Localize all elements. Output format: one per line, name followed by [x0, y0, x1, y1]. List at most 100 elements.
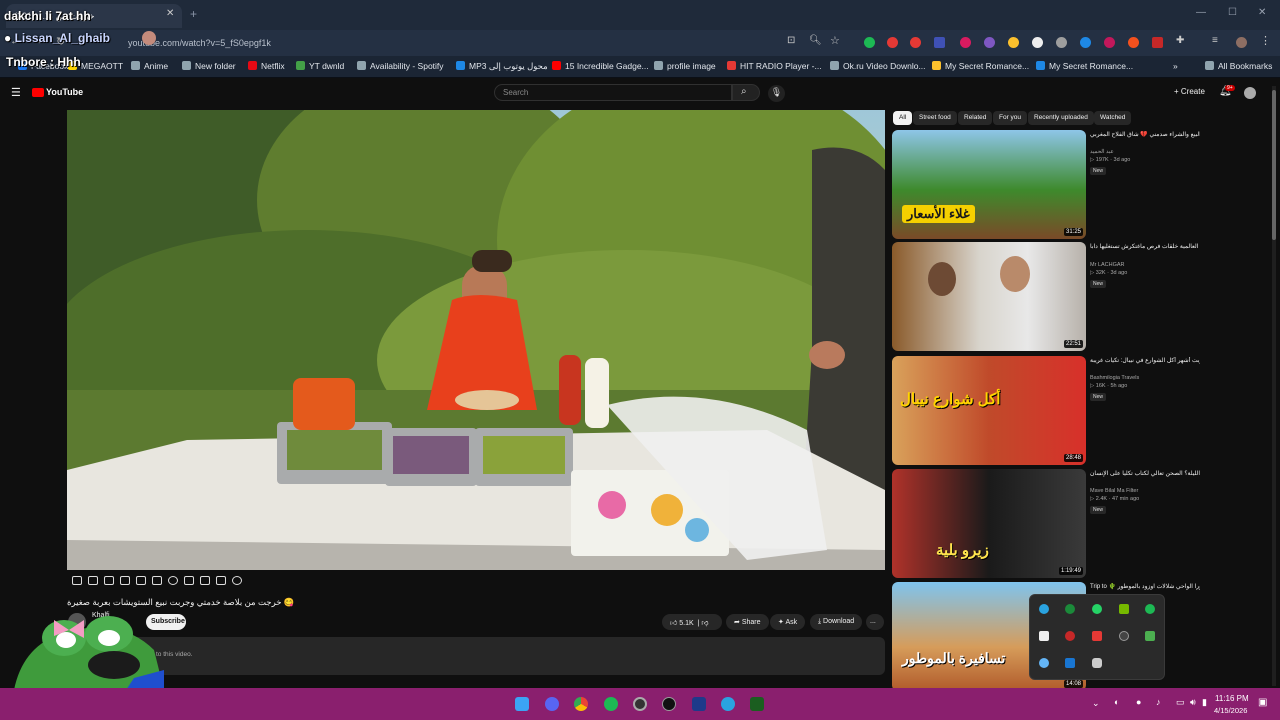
tray-chevron-icon[interactable]: ⌄: [1092, 698, 1100, 709]
discord-tray-icon[interactable]: ●: [1136, 697, 1141, 707]
bluetooth-icon[interactable]: [1039, 658, 1049, 668]
video-player[interactable]: [67, 110, 885, 570]
youtube-logo-text[interactable]: YouTube: [46, 87, 83, 97]
profile-avatar[interactable]: [1236, 37, 1247, 48]
reading-list-icon[interactable]: ≡: [1212, 35, 1218, 46]
bookmarks-more-button[interactable]: »: [1173, 61, 1178, 71]
recommendation-title[interactable]: كيفاش تحس الليلة؟ الصحن تعالي لكتاب تكلي…: [1090, 470, 1200, 478]
bookmark-item[interactable]: YT dwnld: [296, 61, 344, 71]
whatsapp-icon[interactable]: [1092, 604, 1102, 614]
speed-icon[interactable]: [104, 576, 114, 585]
chip-watched[interactable]: Watched: [1094, 111, 1132, 125]
scrollbar-thumb[interactable]: [1272, 90, 1276, 240]
more-actions-button[interactable]: ...: [866, 614, 884, 630]
bookmark-folder[interactable]: New folder: [182, 61, 236, 71]
menu-kebab-icon[interactable]: ⋮: [1260, 34, 1271, 47]
bookmark-item[interactable]: Netflix: [248, 61, 285, 71]
maximize-icon[interactable]: ☐: [1228, 7, 1237, 18]
app-icon[interactable]: [692, 697, 706, 711]
install-icon[interactable]: ⊡: [787, 35, 795, 46]
close-window-icon[interactable]: ✕: [1258, 7, 1266, 18]
search-input[interactable]: Search: [494, 84, 732, 101]
recommendation-thumbnail[interactable]: أكل شوارع نيبال 28:48: [892, 356, 1086, 465]
account-avatar[interactable]: [1244, 87, 1256, 99]
bookmark-item[interactable]: Availability - Spotify: [357, 61, 444, 71]
app-icon[interactable]: [662, 697, 676, 711]
minimize-icon[interactable]: —: [1196, 7, 1206, 18]
extension-icon[interactable]: [960, 37, 971, 48]
extension-icon[interactable]: [934, 37, 945, 48]
extension-icon[interactable]: [1152, 37, 1163, 48]
clock-time[interactable]: 11:16 PM: [1215, 694, 1249, 703]
app-icon[interactable]: [1065, 658, 1075, 668]
extension-icon[interactable]: [1032, 37, 1043, 48]
bookmark-item[interactable]: HIT RADIO Player -...: [727, 61, 822, 71]
recommendation-title[interactable]: جربت أشهر أكل الشوارع في نيبال: تكيات غر…: [1090, 357, 1200, 365]
microphone-icon[interactable]: [1065, 631, 1075, 641]
bookmark-item[interactable]: My Secret Romance...: [932, 61, 1029, 71]
hamburger-menu-icon[interactable]: ☰: [11, 86, 21, 99]
cast-icon[interactable]: [216, 576, 226, 585]
recommendation-title[interactable]: ها فين كتلقين الفلوس دابا — الأزمة العال…: [1090, 243, 1200, 251]
bookmark-item[interactable]: Anime: [131, 61, 168, 71]
extension-icon[interactable]: [1056, 37, 1067, 48]
bookmark-item[interactable]: MP3 محول يوتوب إلى: [456, 61, 548, 72]
extension-icon[interactable]: [887, 37, 898, 48]
chrome-icon[interactable]: [574, 697, 588, 711]
mic-tray-icon[interactable]: ♪: [1156, 697, 1161, 707]
bookmark-item[interactable]: 15 Incredible Gadge...: [552, 61, 649, 71]
recommendation-thumbnail[interactable]: 22:51: [892, 242, 1086, 351]
screenshot-icon[interactable]: [200, 576, 210, 585]
autoplay-icon[interactable]: [168, 576, 178, 585]
nvidia-icon[interactable]: [1119, 604, 1129, 614]
extension-icon[interactable]: [984, 37, 995, 48]
discord-icon[interactable]: [545, 697, 559, 711]
extension-icon[interactable]: [1080, 37, 1091, 48]
share-button[interactable]: ➦ Share: [726, 614, 769, 630]
play-icon[interactable]: [1145, 631, 1155, 641]
battery-icon[interactable]: ▮: [1202, 697, 1207, 708]
download-button[interactable]: ⤓ Download: [810, 614, 863, 630]
notification-center-icon[interactable]: ▣: [1258, 697, 1267, 708]
app-icon[interactable]: [1119, 631, 1129, 641]
close-tab-icon[interactable]: ✕: [166, 8, 174, 19]
extension-icon[interactable]: [910, 37, 921, 48]
ask-button[interactable]: ✦ Ask: [770, 614, 806, 630]
settings-icon[interactable]: [136, 576, 146, 585]
chip-street-food[interactable]: Street food: [913, 111, 957, 125]
chip-all[interactable]: All: [893, 111, 913, 125]
clock-date[interactable]: 4/15/2026: [1214, 706, 1247, 715]
network-icon[interactable]: ▭: [1176, 697, 1185, 708]
app-icon[interactable]: [1039, 631, 1049, 641]
chip-for-you[interactable]: For you: [993, 111, 1028, 125]
telegram-icon[interactable]: [1039, 604, 1049, 614]
app-icon[interactable]: [750, 697, 764, 711]
spotify-icon[interactable]: [1145, 604, 1155, 614]
gear-icon[interactable]: [232, 576, 242, 585]
bookmark-item[interactable]: profile image: [654, 61, 716, 71]
audio-icon[interactable]: [88, 576, 98, 585]
extension-icon[interactable]: [1104, 37, 1115, 48]
chip-recently-uploaded[interactable]: Recently uploaded: [1028, 111, 1094, 125]
app-tray-icon[interactable]: ◐: [1114, 697, 1119, 707]
app-icon[interactable]: [1065, 604, 1075, 614]
search-button[interactable]: ⌕: [732, 84, 760, 101]
new-tab-button[interactable]: +: [190, 7, 197, 21]
recommendation-title[interactable]: شحت يوماً مع الفلاحة 🧅 ... الفرق الكبير …: [1090, 131, 1200, 139]
bookmark-item[interactable]: Ok.ru Video Downlo...: [830, 61, 926, 71]
spotify-icon[interactable]: [604, 697, 618, 711]
loop-icon[interactable]: [72, 576, 82, 585]
telegram-icon[interactable]: [721, 697, 735, 711]
obs-icon[interactable]: [633, 697, 647, 711]
captions-icon[interactable]: [120, 576, 130, 585]
youtube-logo-icon[interactable]: [32, 88, 44, 97]
app-icon[interactable]: [1092, 631, 1102, 641]
recommendation-thumbnail[interactable]: غلاء الأسعار 31:25: [892, 130, 1086, 239]
extensions-puzzle-icon[interactable]: ✚: [1176, 35, 1184, 46]
recommendation-title[interactable]: Trip to 🌵 ديورا الواحي شلالات اوزود بالم…: [1090, 583, 1200, 591]
extension-icon[interactable]: [1008, 37, 1019, 48]
usb-icon[interactable]: [1092, 658, 1102, 668]
bookmark-star-icon[interactable]: ☆: [830, 34, 840, 47]
extension-icon[interactable]: [1128, 37, 1139, 48]
volume-icon[interactable]: 🔊︎: [1190, 697, 1196, 708]
